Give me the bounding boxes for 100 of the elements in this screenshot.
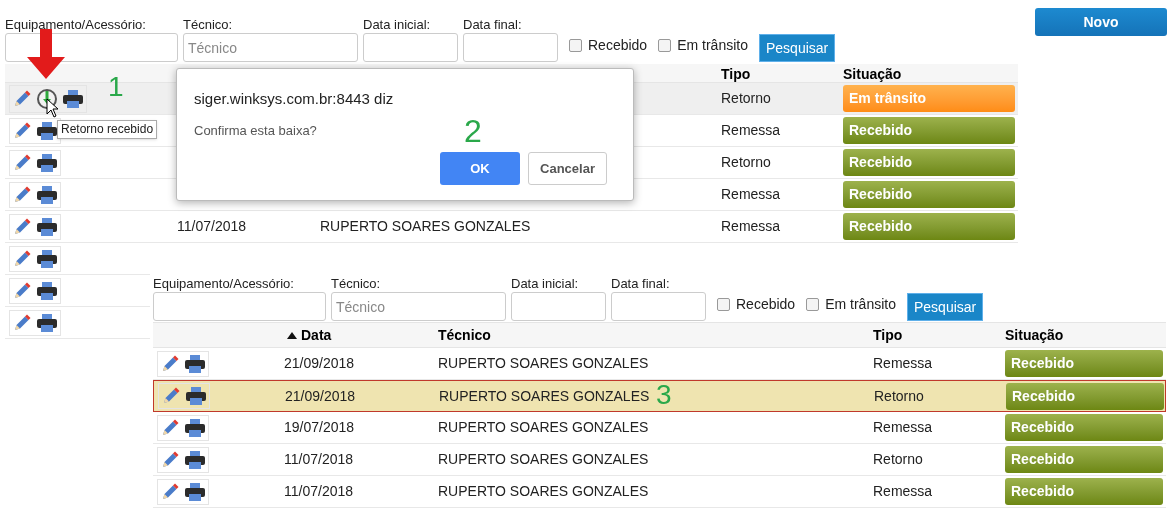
field-label: Técnico: — [183, 17, 234, 33]
annotation-number: 3 — [656, 379, 672, 411]
table-cell: 11/07/2018 — [177, 218, 247, 234]
table-cell: Retorno — [874, 387, 924, 404]
table-cell-text: 11/07/2018 — [283, 482, 355, 501]
status-badge: Recebido — [843, 117, 1015, 144]
printer-icon[interactable] — [36, 280, 58, 301]
table-cell: RUPERTO SOARES GONZALES — [438, 451, 649, 467]
table-cell: RUPERTO SOARES GONZALES — [439, 387, 650, 404]
input-field[interactable]: Técnico — [183, 33, 358, 62]
column-header: Tipo — [872, 325, 904, 345]
column-header: Técnico — [437, 325, 492, 345]
field-label: Data inicial: — [363, 17, 432, 33]
pencil-icon[interactable] — [12, 152, 32, 173]
table-cell: RUPERTO SOARES GONZALES — [438, 419, 649, 435]
table-row[interactable]: 11/07/2018 RUPERTO SOARES GONZALES Retorno Recebido — [153, 444, 1166, 476]
pencil-icon[interactable] — [160, 481, 180, 502]
table-cell-text: 21/09/2018 — [284, 386, 357, 406]
table-cell: RUPERTO SOARES GONZALES — [320, 218, 531, 234]
table-row[interactable]: 21/09/2018 RUPERTO SOARES GONZALES Remessa Recebido — [153, 348, 1166, 380]
input-field[interactable] — [463, 33, 558, 62]
table-cell: Remessa — [721, 122, 781, 138]
pencil-icon[interactable] — [12, 280, 32, 301]
printer-icon[interactable] — [36, 312, 58, 333]
pencil-icon[interactable] — [12, 120, 32, 141]
table-row[interactable]: 19/07/2018 RUPERTO SOARES GONZALES Remessa Recebido — [153, 412, 1166, 444]
search-button[interactable]: Pesquisar — [906, 293, 984, 321]
pencil-icon[interactable] — [160, 449, 180, 470]
printer-icon[interactable] — [184, 417, 206, 438]
field-label: Técnico: — [331, 276, 382, 292]
printer-icon[interactable] — [36, 248, 58, 269]
status-badge: Recebido — [1005, 350, 1163, 377]
status-badge: Recebido — [843, 149, 1015, 176]
table-cell: RUPERTO SOARES GONZALES — [438, 355, 649, 371]
checkbox-label: Em trânsito — [825, 295, 896, 314]
table-cell: Remessa — [873, 355, 933, 371]
table-cell: Retorno — [721, 154, 771, 170]
table-row[interactable]: 21/09/2018 RUPERTO SOARES GONZALES 3 Retorno Recebido — [153, 380, 1166, 412]
printer-icon[interactable] — [36, 216, 58, 237]
column-header: Situação — [1004, 325, 1065, 345]
field-label: Equipamento/Acessório: — [5, 17, 147, 33]
ok-button[interactable]: OK — [440, 152, 520, 185]
field-label: Data final: — [463, 17, 523, 33]
pencil-icon[interactable] — [12, 216, 32, 237]
table-cell: Remessa — [873, 419, 933, 435]
pencil-icon[interactable] — [160, 417, 180, 438]
table-cell-text: 11/07/2018 — [283, 450, 355, 469]
checkbox-label: Recebido — [736, 295, 796, 314]
status-badge: Recebido — [1005, 478, 1163, 505]
input-field[interactable] — [153, 292, 326, 321]
sort-icon[interactable] — [287, 331, 297, 339]
table-cell: Retorno — [873, 451, 923, 467]
search-button[interactable]: Pesquisar — [758, 34, 836, 62]
column-header[interactable]: Data — [301, 324, 332, 346]
printer-icon[interactable] — [36, 120, 58, 141]
checkbox[interactable] — [658, 39, 672, 52]
cancel-button[interactable]: Cancelar — [528, 152, 607, 185]
printer-icon[interactable] — [185, 386, 207, 406]
table-cell: Remessa — [721, 186, 781, 202]
checkbox-label: Recebido — [588, 36, 648, 55]
printer-icon[interactable] — [184, 481, 206, 502]
pencil-icon[interactable] — [12, 248, 32, 269]
checkbox[interactable] — [569, 39, 582, 52]
input-field[interactable] — [5, 33, 178, 62]
status-badge: Recebido — [1005, 414, 1163, 441]
table-cell: Retorno — [721, 90, 771, 106]
printer-icon[interactable] — [184, 353, 206, 374]
column-header: Situação — [842, 65, 903, 84]
printer-icon[interactable] — [184, 449, 206, 470]
field-label: Data inicial: — [511, 276, 580, 292]
printer-icon[interactable] — [36, 184, 58, 205]
table-row[interactable]: 11/07/2018 RUPERTO SOARES GONZALES Remessa Recebido — [153, 476, 1166, 508]
pencil-icon[interactable] — [12, 312, 32, 333]
new-button[interactable]: Novo — [1035, 8, 1167, 36]
status-badge: Recebido — [1006, 382, 1164, 410]
checkbox[interactable] — [806, 298, 820, 311]
printer-icon[interactable] — [36, 152, 58, 173]
annotation-number: 1 — [108, 70, 124, 104]
input-field[interactable]: Técnico — [331, 292, 506, 321]
input-field[interactable] — [611, 292, 706, 321]
input-field[interactable] — [511, 292, 606, 321]
annotation-number: 2 — [464, 112, 482, 151]
field-label: Data final: — [611, 276, 671, 292]
column-header: Tipo — [720, 65, 752, 84]
status-badge: Recebido — [843, 181, 1015, 208]
input-field[interactable] — [363, 33, 458, 62]
status-badge: Recebido — [843, 213, 1015, 240]
table-cell-text: 21/09/2018 — [283, 354, 356, 373]
table-cell: Remessa — [873, 483, 933, 499]
table-cell: Remessa — [721, 218, 781, 234]
status-badge: Recebido — [1005, 446, 1163, 473]
checkbox[interactable] — [717, 298, 730, 311]
printer-icon[interactable] — [62, 88, 84, 109]
pencil-icon[interactable] — [12, 88, 32, 109]
status-badge: Em trânsito — [843, 85, 1015, 112]
table-cell: RUPERTO SOARES GONZALES — [438, 483, 649, 499]
field-label: Equipamento/Acessório: — [153, 276, 295, 292]
pencil-icon[interactable] — [12, 184, 32, 205]
checkbox-label: Em trânsito — [677, 36, 748, 55]
pencil-icon[interactable] — [160, 353, 180, 374]
